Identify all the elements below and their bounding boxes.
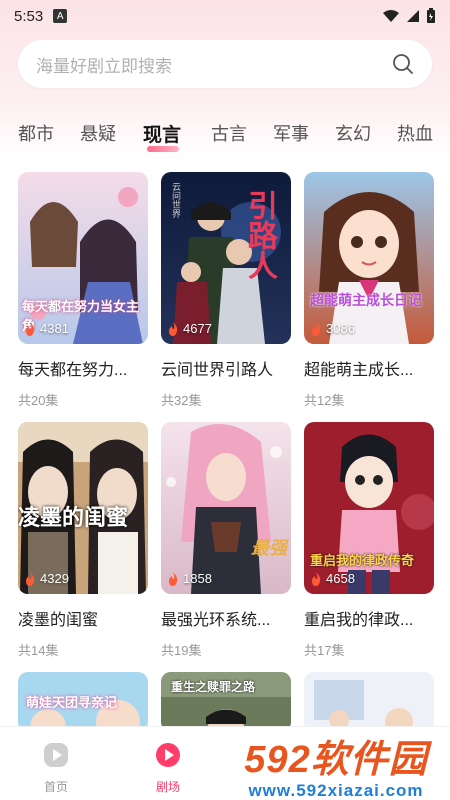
status-time: 5:53 — [14, 7, 44, 25]
tab-xuanyi[interactable]: 悬疑 — [80, 120, 116, 146]
flame-icon — [26, 571, 35, 586]
episode-count: 共20集 — [18, 393, 59, 408]
episode-count: 共32集 — [161, 393, 202, 408]
tab-rexue[interactable]: 热血 — [397, 120, 433, 146]
nav-label: 首页 — [43, 780, 68, 794]
episode-count: 共12集 — [304, 393, 345, 408]
drama-cover[interactable]: 凌墨的闺蜜 4329 — [18, 422, 148, 594]
view-count-value: 1858 — [183, 571, 212, 586]
drama-card[interactable]: 每天都在努力当女主角 4381 每天都在努力... 共20集 — [18, 172, 148, 409]
drama-title[interactable]: 最强光环系统... — [161, 606, 291, 630]
drama-title[interactable]: 超能萌主成长... — [304, 356, 434, 380]
search-bar[interactable]: 海量好剧立即搜索 — [18, 40, 432, 88]
drama-card[interactable]: 最强 1858 最强光环系统... 共19集 — [161, 422, 291, 659]
view-count-value: 4381 — [40, 321, 69, 336]
drama-card[interactable]: 云间世界 引路人 4677 云间世界引路人 共32集 — [161, 172, 291, 409]
drama-card[interactable]: 重启我的律政传奇 4658 重启我的律政... 共17集 — [304, 422, 434, 659]
view-count-value: 4658 — [326, 571, 355, 586]
play-circle-icon — [44, 743, 68, 767]
drama-cover[interactable]: 重启我的律政传奇 4658 — [304, 422, 434, 594]
drama-cover[interactable]: 萌娃天团寻亲记 — [18, 672, 148, 732]
drama-card[interactable]: 超能萌主成长日记 3086 超能萌主成长... 共12集 — [304, 172, 434, 409]
tab-xianyan[interactable]: 现言 — [143, 120, 181, 147]
episode-count: 共14集 — [18, 643, 59, 658]
cover-title: 萌娃天团寻亲记 — [26, 695, 118, 710]
cover-title: 引路人 — [242, 190, 277, 280]
view-count-value: 4677 — [183, 321, 212, 336]
flame-icon — [169, 571, 178, 586]
view-count-value: 4329 — [40, 571, 69, 586]
flame-icon — [312, 321, 321, 336]
view-count-value: 3086 — [326, 321, 355, 336]
watermark-brand: 592软件园 — [244, 738, 428, 781]
app-badge-icon: A — [53, 9, 68, 23]
drama-card[interactable]: 萌娃天团寻亲记 — [18, 672, 148, 732]
drama-title[interactable]: 重启我的律政... — [304, 606, 434, 630]
drama-title[interactable]: 每天都在努力... — [18, 356, 148, 380]
drama-cover[interactable]: 云间世界 引路人 4677 — [161, 172, 291, 344]
tab-active-indicator — [147, 146, 179, 152]
theater-play-icon — [156, 743, 180, 767]
cover-art — [304, 672, 434, 732]
watermark-logo: 592软件园 www.592xiazai.com — [222, 728, 450, 800]
cover-title: 最强 — [251, 538, 287, 558]
cover-subtitle: 云间世界 — [170, 182, 180, 218]
cover-art — [304, 172, 434, 344]
drama-cover[interactable]: 每天都在努力当女主角 4381 — [18, 172, 148, 344]
drama-card[interactable] — [304, 672, 434, 732]
search-input[interactable]: 海量好剧立即搜索 — [36, 52, 392, 77]
episode-count: 共17集 — [304, 643, 345, 658]
episode-count: 共19集 — [161, 643, 202, 658]
nav-item-theater[interactable]: 剧场 — [138, 741, 198, 795]
cover-title: 重启我的律政传奇 — [310, 553, 415, 568]
view-count: 1858 — [167, 571, 212, 586]
drama-card[interactable]: 重生之赎罪之路 — [161, 672, 291, 732]
flame-icon — [312, 571, 321, 586]
view-count: 4329 — [24, 571, 69, 586]
wifi-icon — [383, 10, 399, 22]
view-count: 3086 — [310, 321, 355, 336]
cover-title: 凌墨的闺蜜 — [18, 505, 129, 530]
battery-icon — [427, 8, 435, 23]
tab-xuanhuan[interactable]: 玄幻 — [335, 120, 371, 146]
drama-title[interactable]: 云间世界引路人 — [161, 356, 291, 380]
drama-title[interactable]: 凌墨的闺蜜 — [18, 606, 148, 630]
cover-title: 超能萌主成长日记 — [310, 292, 422, 308]
view-count: 4677 — [167, 321, 212, 336]
tab-junshi[interactable]: 军事 — [273, 120, 309, 146]
watermark-url: www.592xiazai.com — [248, 780, 424, 800]
signal-icon — [407, 10, 419, 22]
tab-dushi[interactable]: 都市 — [18, 120, 54, 146]
nav-item-home[interactable]: 首页 — [26, 741, 86, 795]
drama-card[interactable]: 凌墨的闺蜜 4329 凌墨的闺蜜 共14集 — [18, 422, 148, 659]
search-icon[interactable] — [392, 53, 414, 75]
cover-art — [161, 422, 291, 594]
flame-icon — [26, 321, 35, 336]
tab-guyan[interactable]: 古言 — [211, 120, 247, 146]
cover-title: 重生之赎罪之路 — [171, 680, 256, 694]
view-count: 4381 — [24, 321, 69, 336]
drama-cover[interactable] — [304, 672, 434, 732]
flame-icon — [169, 321, 178, 336]
category-tabs: 都市 悬疑 现言 古言 军事 玄幻 热血 — [0, 112, 450, 156]
status-bar: 5:53 A — [0, 0, 450, 32]
drama-cover[interactable]: 超能萌主成长日记 3086 — [304, 172, 434, 344]
nav-label: 剧场 — [155, 780, 180, 794]
status-indicators — [382, 8, 436, 24]
drama-cover[interactable]: 重生之赎罪之路 — [161, 672, 291, 732]
drama-cover[interactable]: 最强 1858 — [161, 422, 291, 594]
view-count: 4658 — [310, 571, 355, 586]
